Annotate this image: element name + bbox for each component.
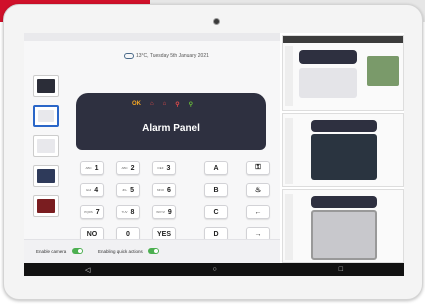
key-label: A: [213, 164, 219, 172]
quick-actions-toggle[interactable]: [148, 248, 159, 254]
enable-camera-toggle[interactable]: [72, 248, 83, 254]
preview-screen-top: [282, 35, 404, 111]
key-3[interactable]: A: [204, 161, 228, 175]
key-5[interactable]: GHI 4: [80, 183, 104, 197]
key-label: →: [254, 230, 262, 238]
status-led-0: OK: [132, 101, 141, 107]
home-icon[interactable]: ○: [212, 266, 216, 273]
key-label: ♨: [254, 187, 262, 194]
panel-style-list: [30, 75, 62, 225]
cloud-icon: [124, 53, 134, 59]
status-led-4: ⚲: [188, 102, 194, 108]
panel-style-dark[interactable]: [33, 75, 59, 97]
preview-screen-bottom: [282, 189, 404, 263]
settings-footer: Enable camera Enabling quick actions: [24, 239, 280, 263]
key-label: 3: [166, 164, 171, 172]
key-label: B: [213, 186, 219, 194]
status-leds: OK ⌂ ⌂ ⚲ ⚲: [132, 101, 193, 108]
key-letters: PQRS: [84, 210, 93, 214]
key-label: 0: [126, 230, 130, 238]
key-8[interactable]: B: [204, 183, 228, 197]
weather-widget: 13°C, Tuesday 5th January 2021: [124, 53, 209, 59]
key-label: 6: [167, 186, 171, 194]
key-7[interactable]: MNO 6: [152, 183, 176, 197]
alarm-panel-display: OK ⌂ ⌂ ⚲ ⚲ Alarm Panel: [76, 93, 266, 150]
panel-style-cream[interactable]: [33, 135, 59, 157]
key-label: 9: [167, 208, 172, 216]
key-14[interactable]: ←: [246, 205, 270, 219]
key-letters: ABC: [121, 166, 128, 170]
key-0[interactable]: ABC 1: [80, 161, 104, 175]
key-label: 5: [130, 186, 135, 194]
panel-style-blue[interactable]: [33, 165, 59, 187]
key-6[interactable]: JKL 5: [116, 183, 140, 197]
alarm-app: 13°C, Tuesday 5th January 2021 OK ⌂ ⌂ ⚲ ⚲ Al…: [24, 33, 280, 263]
key-label: YES: [156, 230, 171, 238]
key-4[interactable]: ⚿: [246, 161, 270, 175]
weather-text: 13°C, Tuesday 5th January 2021: [136, 53, 209, 59]
key-1[interactable]: ABC 2: [116, 161, 140, 175]
key-label: 8: [130, 208, 135, 216]
status-bar: [24, 33, 280, 41]
status-led-3: ⚲: [175, 102, 180, 108]
key-label: 2: [130, 164, 135, 172]
panel-title: Alarm Panel: [142, 123, 200, 134]
quick-actions-label: Enabling quick actions: [98, 249, 143, 254]
key-10[interactable]: PQRS 7: [80, 205, 104, 219]
android-nav-bar: ◁ ○ □: [24, 263, 404, 276]
key-letters: MNO: [157, 188, 165, 192]
key-11[interactable]: TUV 8: [116, 205, 140, 219]
key-label: NO: [86, 230, 98, 238]
key-letters: JKL: [121, 188, 128, 192]
key-2[interactable]: DEF 3: [152, 161, 176, 175]
key-label: 7: [95, 208, 100, 216]
back-icon[interactable]: ◁: [85, 266, 90, 274]
status-led-1: ⌂: [150, 101, 154, 107]
front-camera: [213, 18, 220, 25]
key-label: ⚿: [255, 164, 261, 171]
status-led-2: ⌂: [162, 101, 167, 107]
tablet-screen: 13°C, Tuesday 5th January 2021 OK ⌂ ⌂ ⚲ ⚲ Al…: [24, 33, 404, 276]
key-label: D: [213, 230, 219, 238]
panel-style-red[interactable]: [33, 195, 59, 217]
panel-style-light[interactable]: [33, 105, 59, 127]
preview-screen-middle: [282, 113, 404, 187]
key-12[interactable]: WXYZ 9: [152, 205, 176, 219]
key-letters: WXYZ: [156, 210, 165, 214]
key-13[interactable]: C: [204, 205, 228, 219]
key-letters: GHI: [85, 188, 92, 192]
key-label: C: [213, 208, 219, 216]
recent-apps-icon[interactable]: □: [339, 266, 343, 273]
key-label: 4: [94, 186, 99, 194]
key-letters: TUV: [121, 210, 128, 214]
key-label: ←: [254, 208, 262, 216]
key-letters: DEF: [157, 166, 164, 170]
enable-camera-label: Enable camera: [36, 249, 67, 254]
key-9[interactable]: ♨: [246, 183, 270, 197]
key-letters: ABC: [85, 166, 92, 170]
key-label: 1: [94, 164, 99, 172]
